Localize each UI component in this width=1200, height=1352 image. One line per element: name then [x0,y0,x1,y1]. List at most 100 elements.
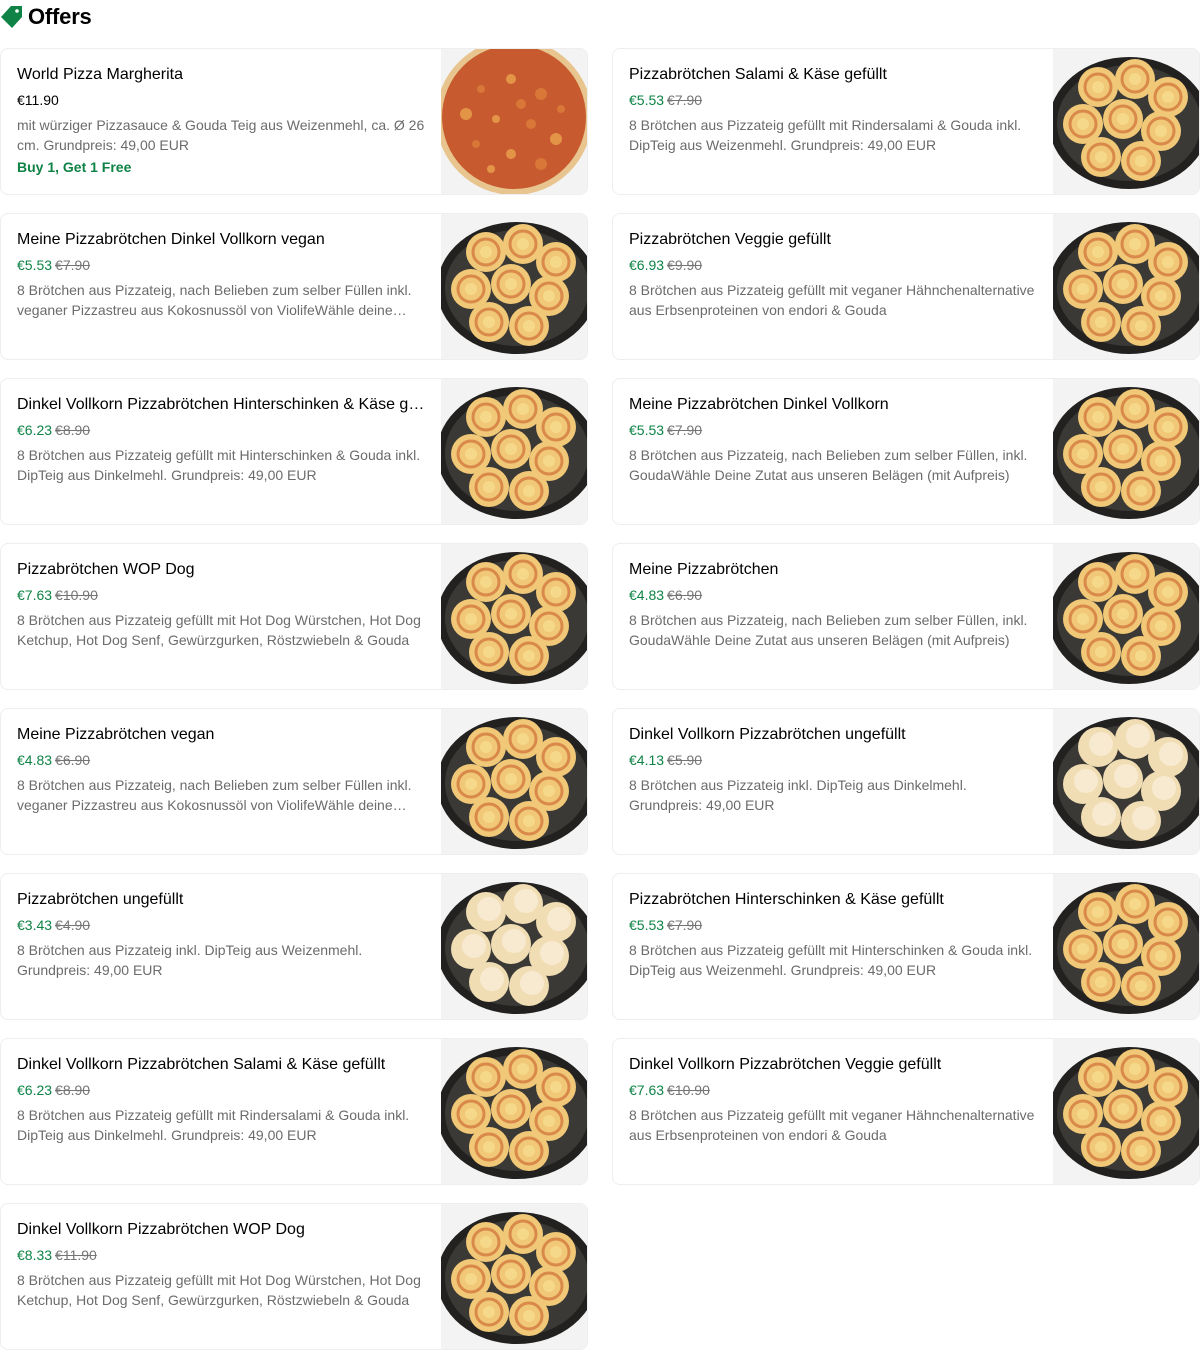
menu-item-card-15[interactable]: Dinkel Vollkorn Pizzabrötchen WOP Dog €8… [0,1203,588,1350]
menu-item-name: Dinkel Vollkorn Pizzabrötchen Veggie gef… [629,1056,942,1073]
menu-item-description: 8 Brötchen aus Pizzateig gefüllt mit Hot… [17,1272,421,1308]
menu-item-image [441,709,587,854]
price-row: €6.23 €8.90 [17,1082,427,1098]
price-old: €11.90 [55,1247,97,1263]
menu-item-name: Dinkel Vollkorn Pizzabrötchen Salami & K… [17,1056,386,1073]
rolls-image [441,1047,587,1179]
menu-item-card-2[interactable]: Pizzabrötchen Salami & Käse gefüllt €5.5… [612,48,1200,195]
menu-item-description: mit würziger Pizzasauce & Gouda Teig aus… [17,117,425,153]
price-old: €4.90 [55,917,91,933]
menu-item-card-3[interactable]: Meine Pizzabrötchen Dinkel Vollkorn vega… [0,213,588,360]
menu-item-description: 8 Brötchen aus Pizzateig gefüllt mit Hot… [17,612,421,648]
price-row: €7.63 €10.90 [17,587,427,603]
menu-item-name: Pizzabrötchen Veggie gefüllt [629,231,831,248]
price-current: €3.43 [17,917,53,933]
menu-item-image [441,49,587,194]
menu-item-info: Dinkel Vollkorn Pizzabrötchen WOP Dog €8… [1,1204,441,1349]
menu-item-card-7[interactable]: Pizzabrötchen WOP Dog €7.63 €10.90 8 Bröt… [0,543,588,690]
menu-item-description: 8 Brötchen aus Pizzateig gefüllt mit Rin… [629,117,1022,153]
price-current: €11.90 [17,92,59,108]
offers-grid: World Pizza Margherita €11.90 mit würzig… [0,48,1200,1350]
offers-header: Offers [0,0,92,34]
menu-item-info: Pizzabrötchen Veggie gefüllt €6.93 €9.90 … [613,214,1053,359]
rolls-image [1053,57,1199,189]
menu-item-name: Meine Pizzabrötchen vegan [17,726,215,743]
menu-item-name: Meine Pizzabrötchen Dinkel Vollkorn [629,396,889,413]
price-old: €7.90 [55,257,91,273]
price-row: €8.33 €11.90 [17,1247,427,1263]
menu-item-image [441,874,587,1019]
menu-item-image [441,214,587,359]
rolls-image [441,222,587,354]
price-old: €6.90 [55,752,91,768]
menu-item-info: World Pizza Margherita €11.90 mit würzig… [1,49,441,194]
price-current: €7.63 [629,1082,665,1098]
menu-item-image [1053,709,1199,854]
menu-item-info: Pizzabrötchen Hinterschinken & Käse gefü… [613,874,1053,1019]
tag-icon [1,6,22,28]
menu-item-description: 8 Brötchen aus Pizzateig, nach Belieben … [17,777,412,813]
price-row: €4.13 €5.90 [629,752,1039,768]
menu-item-card-10[interactable]: Dinkel Vollkorn Pizzabrötchen ungefüllt … [612,708,1200,855]
menu-item-name: Pizzabrötchen WOP Dog [17,561,195,578]
price-current: €5.53 [17,257,53,273]
menu-item-name: Meine Pizzabrötchen [629,561,779,578]
menu-item-name: Pizzabrötchen Hinterschinken & Käse gefü… [629,891,944,908]
menu-item-card-5[interactable]: Dinkel Vollkorn Pizzabrötchen Hinterschi… [0,378,588,525]
plain-rolls-image [1053,717,1199,849]
rolls-image [441,1212,587,1344]
menu-item-image [1053,544,1199,689]
price-current: €6.23 [17,422,53,438]
menu-item-name: Meine Pizzabrötchen Dinkel Vollkorn vega… [17,231,325,248]
rolls-image [441,552,587,684]
price-current: €5.53 [629,917,665,933]
menu-item-info: Dinkel Vollkorn Pizzabrötchen Hinterschi… [1,379,441,524]
menu-item-image [1053,214,1199,359]
menu-item-name: Pizzabrötchen Salami & Käse gefüllt [629,66,887,83]
menu-item-card-11[interactable]: Pizzabrötchen ungefüllt €3.43 €4.90 8 Brö… [0,873,588,1020]
menu-item-card-4[interactable]: Pizzabrötchen Veggie gefüllt €6.93 €9.90 … [612,213,1200,360]
menu-item-name: Dinkel Vollkorn Pizzabrötchen ungefüllt [629,726,906,743]
menu-item-card-6[interactable]: Meine Pizzabrötchen Dinkel Vollkorn €5.5… [612,378,1200,525]
menu-item-description: 8 Brötchen aus Pizzateig gefüllt mit Hin… [629,942,1033,978]
menu-item-card-8[interactable]: Meine Pizzabrötchen €4.83 €6.90 8 Brötche… [612,543,1200,690]
price-row: €5.53 €7.90 [629,422,1039,438]
menu-item-card-9[interactable]: Meine Pizzabrötchen vegan €4.83 €6.90 8 B… [0,708,588,855]
menu-item-info: Pizzabrötchen WOP Dog €7.63 €10.90 8 Bröt… [1,544,441,689]
rolls-image [1053,222,1199,354]
menu-item-info: Dinkel Vollkorn Pizzabrötchen Salami & K… [1,1039,441,1184]
price-old: €6.90 [667,587,703,603]
menu-item-name: Dinkel Vollkorn Pizzabrötchen Hinterschi… [17,396,427,413]
price-row: €5.53 €7.90 [629,92,1039,108]
menu-item-card-12[interactable]: Pizzabrötchen Hinterschinken & Käse gefü… [612,873,1200,1020]
menu-item-description: 8 Brötchen aus Pizzateig, nach Belieben … [17,282,412,318]
price-row: €7.63 €10.90 [629,1082,1039,1098]
menu-item-card-1[interactable]: World Pizza Margherita €11.90 mit würzig… [0,48,588,195]
menu-item-card-13[interactable]: Dinkel Vollkorn Pizzabrötchen Salami & K… [0,1038,588,1185]
menu-item-info: Pizzabrötchen ungefüllt €3.43 €4.90 8 Brö… [1,874,441,1019]
menu-item-description: 8 Brötchen aus Pizzateig inkl. DipTeig a… [629,777,967,813]
menu-item-name: Pizzabrötchen ungefüllt [17,891,184,908]
price-current: €7.63 [17,587,53,603]
rolls-image [1053,1047,1199,1179]
menu-item-card-14[interactable]: Dinkel Vollkorn Pizzabrötchen Veggie gef… [612,1038,1200,1185]
menu-item-description: 8 Brötchen aus Pizzateig, nach Belieben … [629,612,1028,648]
price-current: €4.13 [629,752,665,768]
price-current: €5.53 [629,422,665,438]
rolls-image [1053,882,1199,1014]
price-old: €8.90 [55,1082,91,1098]
price-old: €10.90 [55,587,98,603]
price-current: €4.83 [17,752,53,768]
menu-item-description: 8 Brötchen aus Pizzateig gefüllt mit veg… [629,282,1035,318]
rolls-image [1053,552,1199,684]
price-old: €7.90 [667,92,703,108]
menu-item-info: Meine Pizzabrötchen €4.83 €6.90 8 Brötche… [613,544,1053,689]
price-current: €5.53 [629,92,665,108]
menu-item-description: 8 Brötchen aus Pizzateig gefüllt mit Rin… [17,1107,410,1143]
price-row: €4.83 €6.90 [17,752,427,768]
price-old: €7.90 [667,917,703,933]
price-current: €4.83 [629,587,665,603]
menu-item-image [441,544,587,689]
rolls-image [1053,387,1199,519]
menu-item-description: 8 Brötchen aus Pizzateig gefüllt mit veg… [629,1107,1035,1143]
